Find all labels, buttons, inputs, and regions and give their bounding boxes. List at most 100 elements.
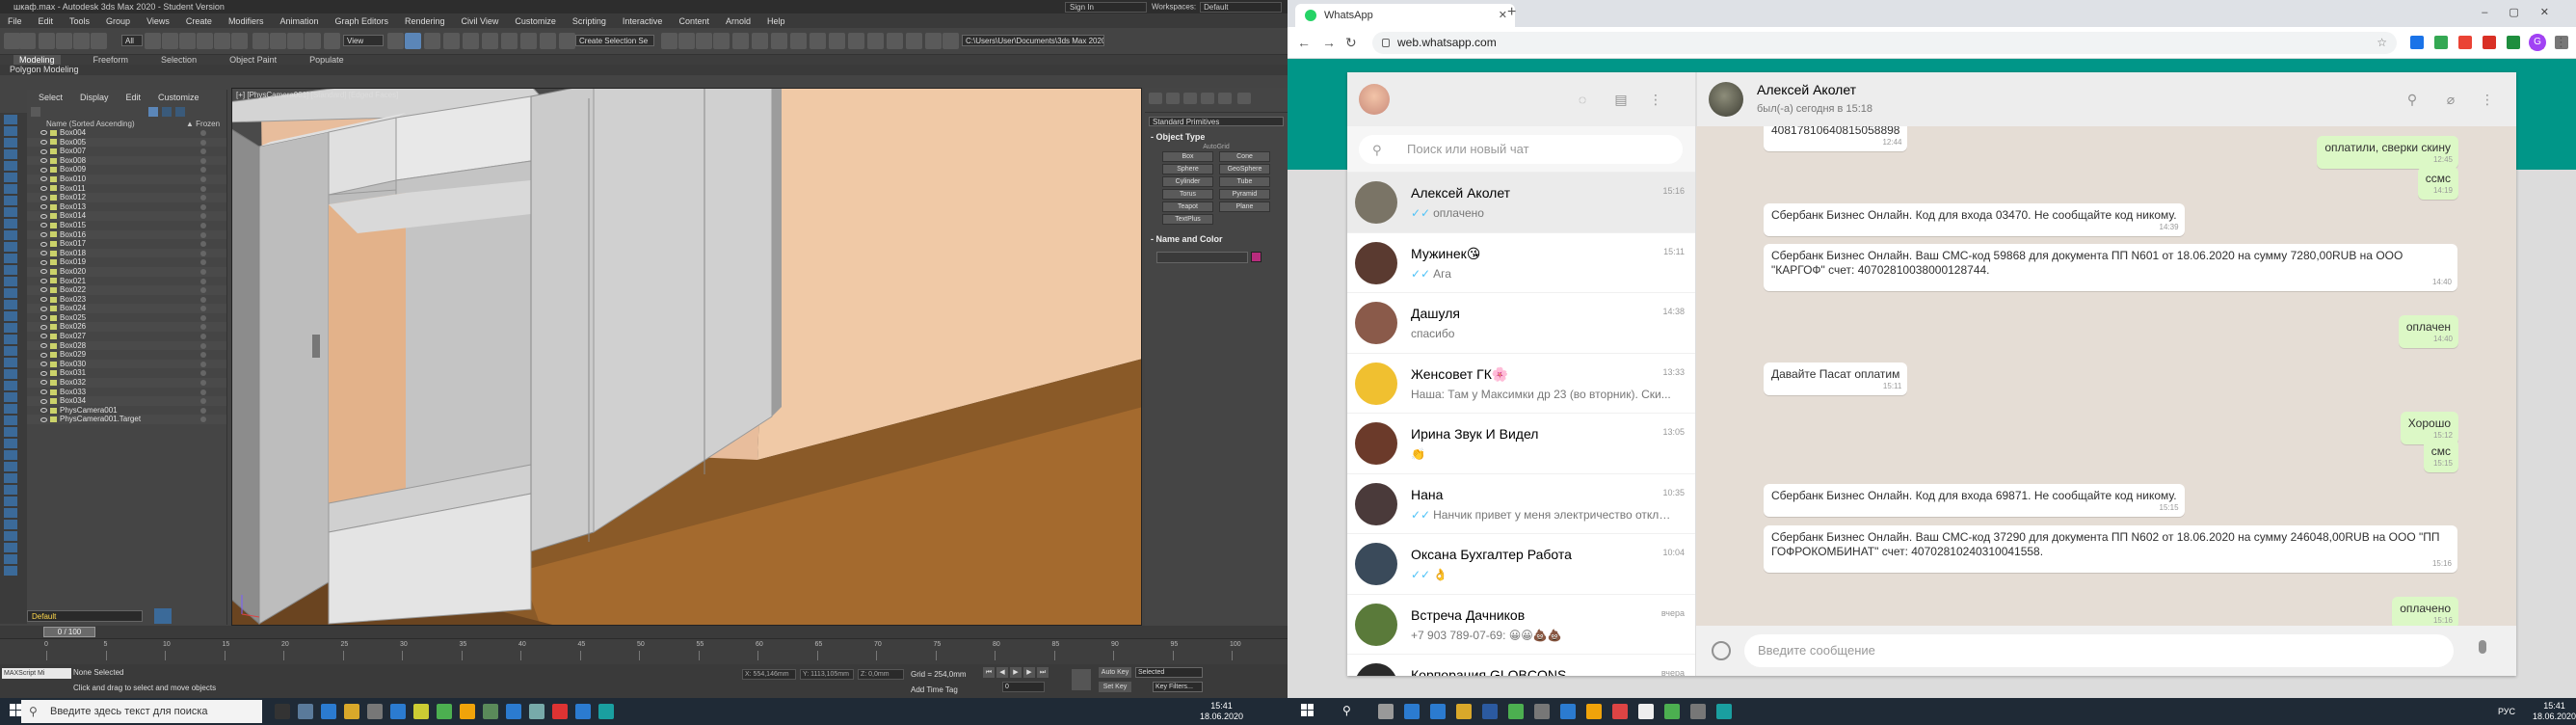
- object-button-torus[interactable]: Torus: [1162, 189, 1213, 200]
- outgoing-message[interactable]: смс 15:15: [2423, 440, 2458, 472]
- menu-item-edit[interactable]: Edit: [39, 16, 54, 26]
- outgoing-message[interactable]: оплатили, сверки скину 12:45: [2317, 136, 2458, 169]
- left-tool-icon[interactable]: [4, 184, 17, 194]
- freeze-toggle[interactable]: [200, 241, 206, 248]
- object-button-box[interactable]: Box: [1162, 151, 1213, 162]
- left-tool-icon[interactable]: [4, 369, 17, 379]
- left-tool-icon[interactable]: [4, 439, 17, 448]
- left-tool-icon[interactable]: [4, 520, 17, 529]
- time-slider-track[interactable]: 0 / 100: [0, 626, 1288, 639]
- search-input[interactable]: Поиск или новый чат: [1359, 135, 1683, 164]
- object-button-cylinder[interactable]: Cylinder: [1162, 176, 1213, 187]
- taskbar-app-icon[interactable]: [1456, 704, 1472, 719]
- visibility-eye-icon[interactable]: [40, 269, 47, 275]
- menu-item-customize[interactable]: Customize: [515, 16, 556, 26]
- incoming-message[interactable]: Сбербанк Бизнес Онлайн. Код для входа 03…: [1764, 203, 2185, 236]
- perspective-viewport[interactable]: [+] [PhysCamera001] [Standard] [Edged Fa…: [231, 88, 1142, 626]
- chat-avatar[interactable]: [1355, 482, 1397, 525]
- taskbar-app-icon[interactable]: [298, 704, 313, 719]
- left-tool-icon[interactable]: [4, 277, 17, 286]
- taskbar-app-icon[interactable]: [1612, 704, 1628, 719]
- toolbar-button[interactable]: [810, 33, 826, 49]
- sign-in-dropdown[interactable]: Sign In: [1065, 2, 1147, 13]
- scene-item[interactable]: PhysCamera001: [27, 406, 226, 416]
- freeze-toggle[interactable]: [200, 324, 206, 331]
- toolbar-button[interactable]: [520, 33, 537, 49]
- scene-item[interactable]: Box029: [27, 350, 226, 360]
- freeze-toggle[interactable]: [200, 296, 206, 303]
- microphone-icon[interactable]: [2479, 640, 2486, 654]
- incoming-message[interactable]: Сбербанк Бизнес Онлайн. Код для входа 69…: [1764, 484, 2185, 517]
- chat-item[interactable]: Оксана Бухгалтер Работа 10:04 ✓✓ 👌: [1347, 534, 1695, 595]
- bookmark-star-icon[interactable]: ☆: [2377, 32, 2387, 54]
- freeze-toggle[interactable]: [200, 389, 206, 395]
- object-button-textplus[interactable]: TextPlus: [1162, 214, 1213, 225]
- freeze-toggle[interactable]: [200, 361, 206, 367]
- scene-item[interactable]: Box020: [27, 266, 226, 277]
- scene-item[interactable]: Box024: [27, 304, 226, 313]
- scene-item[interactable]: Box031: [27, 368, 226, 378]
- scene-item[interactable]: Box033: [27, 388, 226, 397]
- visibility-eye-icon[interactable]: [40, 306, 47, 311]
- scene-item[interactable]: Box026: [27, 322, 226, 333]
- freeze-toggle[interactable]: [200, 213, 206, 220]
- taskbar-app-icon[interactable]: [598, 704, 614, 719]
- outgoing-message[interactable]: оплачено 15:16: [2392, 597, 2458, 626]
- chat-avatar[interactable]: [1355, 362, 1397, 405]
- visibility-eye-icon[interactable]: [40, 398, 47, 404]
- scene-item[interactable]: Box022: [27, 285, 226, 295]
- left-tool-icon[interactable]: [4, 230, 17, 240]
- conversation-header[interactable]: Алексей Аколет был(-а) сегодня в 15:18 ⚲…: [1696, 72, 2516, 126]
- time-slider[interactable]: 0 / 100: [43, 627, 95, 637]
- taskbar-app-icon[interactable]: [1534, 704, 1550, 719]
- new-tab-icon[interactable]: +: [1507, 4, 1516, 21]
- scene-item[interactable]: Box027: [27, 332, 226, 341]
- chat-item[interactable]: Корпорация GLOBCONS вчера: [1347, 655, 1695, 676]
- toolbar-button[interactable]: [943, 33, 959, 49]
- chat-item[interactable]: Нана 10:35 ✓✓ Нанчик привет у меня электрич…: [1347, 474, 1695, 534]
- toolbar-button[interactable]: [771, 33, 787, 49]
- visibility-eye-icon[interactable]: [40, 231, 47, 237]
- visibility-eye-icon[interactable]: [40, 352, 47, 358]
- left-tool-icon[interactable]: [4, 531, 17, 541]
- visibility-eye-icon[interactable]: [40, 287, 47, 293]
- set-key-icon[interactable]: [1072, 669, 1091, 690]
- toolbar-button[interactable]: [145, 33, 161, 49]
- visibility-eye-icon[interactable]: [40, 278, 47, 283]
- left-tool-icon[interactable]: [4, 242, 17, 252]
- contact-avatar[interactable]: [1709, 82, 1743, 117]
- left-tool-icon[interactable]: [4, 358, 17, 367]
- left-tool-icon[interactable]: [4, 323, 17, 333]
- toolbar-button[interactable]: [387, 33, 404, 49]
- menu-item-civil-view[interactable]: Civil View: [462, 16, 499, 26]
- freeze-toggle[interactable]: [200, 250, 206, 256]
- scene-item[interactable]: Box015: [27, 221, 226, 230]
- left-tool-icon[interactable]: [4, 207, 17, 217]
- visibility-eye-icon[interactable]: [40, 362, 47, 367]
- windows-start-icon-2[interactable]: [1301, 704, 1315, 717]
- named-selection-dropdown[interactable]: Create Selection Se: [575, 35, 654, 46]
- profile-avatar[interactable]: G: [2529, 34, 2546, 51]
- freeze-toggle[interactable]: [200, 195, 206, 201]
- left-tool-icon[interactable]: [4, 254, 17, 263]
- freeze-toggle[interactable]: [200, 167, 206, 174]
- menu-item-interactive[interactable]: Interactive: [623, 16, 663, 26]
- freeze-toggle[interactable]: [200, 407, 206, 414]
- menu-item-content[interactable]: Content: [678, 16, 709, 26]
- taskbar-app-icon[interactable]: [1482, 704, 1498, 719]
- freeze-toggle[interactable]: [200, 314, 206, 321]
- menu-item-graph-editors[interactable]: Graph Editors: [334, 16, 388, 26]
- outgoing-message[interactable]: оплачен 14:40: [2398, 315, 2458, 348]
- ribbon-tab-object-paint[interactable]: Object Paint: [229, 55, 277, 65]
- status-icon[interactable]: ◌: [1575, 92, 1590, 107]
- search-icon-taskbar2[interactable]: ⚲: [1342, 704, 1351, 717]
- left-tool-icon[interactable]: [4, 265, 17, 275]
- visibility-eye-icon[interactable]: [40, 315, 47, 321]
- chat-item[interactable]: Встреча Дачников вчера +7 903 789-07-69: 😀…: [1347, 595, 1695, 655]
- toolbar-button[interactable]: [829, 33, 845, 49]
- outgoing-message[interactable]: ссмс 14:19: [2417, 167, 2458, 200]
- incoming-message[interactable]: 40817810640815058898 12:44: [1764, 126, 1908, 151]
- toolbar-button[interactable]: [501, 33, 518, 49]
- taskbar-app-icon[interactable]: [1378, 704, 1394, 719]
- scene-item[interactable]: Box021: [27, 277, 226, 286]
